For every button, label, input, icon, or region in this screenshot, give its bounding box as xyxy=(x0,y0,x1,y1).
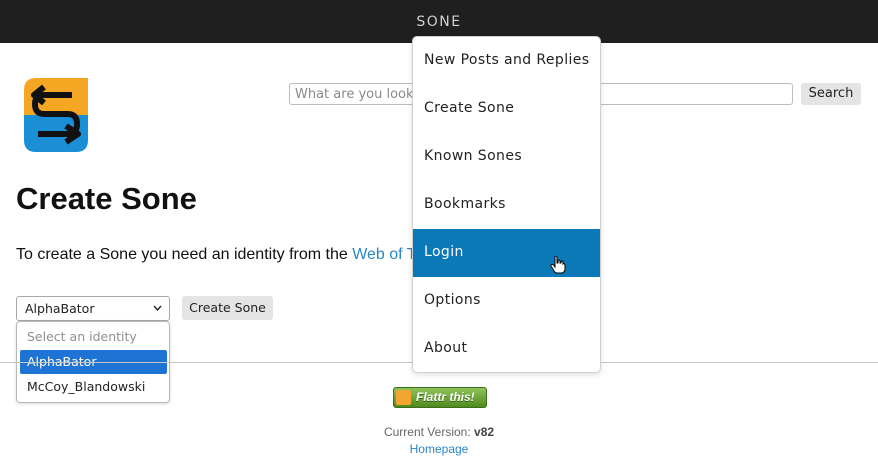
flattr-label: Flattr this! xyxy=(416,390,475,404)
intro-paragraph: To create a Sone you need an identity fr… xyxy=(16,246,443,264)
brand-title[interactable]: SONE xyxy=(0,14,878,30)
version-value: v82 xyxy=(474,425,495,439)
search-button[interactable]: Search xyxy=(801,83,861,105)
menu-item-about[interactable]: About xyxy=(413,325,600,372)
flattr-icon xyxy=(396,390,411,405)
create-sone-button[interactable]: Create Sone xyxy=(182,296,273,320)
page-title: Create Sone xyxy=(16,181,197,216)
identity-select-value: AlphaBator xyxy=(25,301,95,316)
version-label: Current Version: xyxy=(383,425,471,439)
sone-logo-icon[interactable] xyxy=(22,76,90,154)
flattr-button[interactable]: Flattr this! xyxy=(393,387,487,408)
menu-item-known-sones[interactable]: Known Sones xyxy=(413,133,600,181)
hand-pointer-icon xyxy=(550,256,566,274)
menu-item-create-sone[interactable]: Create Sone xyxy=(413,85,600,133)
intro-text: To create a Sone you need an identity fr… xyxy=(16,246,353,263)
nav-dropdown-menu: New Posts and Replies Create Sone Known … xyxy=(412,36,601,373)
identity-option-mccoy-blandowski[interactable]: McCoy_Blandowski xyxy=(20,375,167,399)
identity-select[interactable]: AlphaBator xyxy=(16,296,170,321)
version-line: Current Version: v82 xyxy=(0,425,878,439)
menu-item-login[interactable]: Login xyxy=(413,229,600,277)
menu-item-options[interactable]: Options xyxy=(413,277,600,325)
menu-item-bookmarks[interactable]: Bookmarks xyxy=(413,181,600,229)
homepage-link[interactable]: Homepage xyxy=(0,442,878,456)
chevron-down-icon xyxy=(153,305,162,311)
identity-option-placeholder[interactable]: Select an identity xyxy=(20,325,167,349)
menu-item-new-posts[interactable]: New Posts and Replies xyxy=(413,37,600,85)
